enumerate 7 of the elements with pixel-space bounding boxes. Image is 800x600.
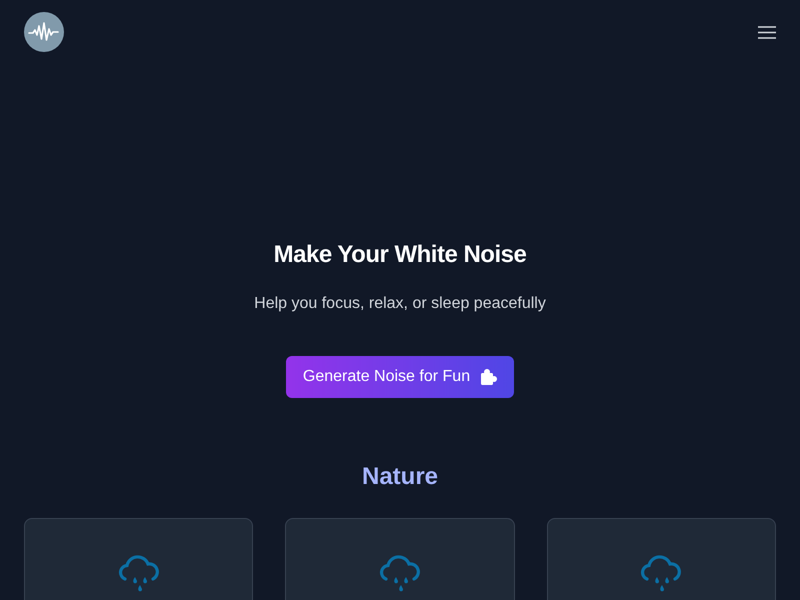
page-title: Make Your White Noise xyxy=(274,240,526,270)
menu-icon[interactable] xyxy=(758,26,776,38)
section-heading: Nature xyxy=(360,462,440,492)
waveform-logo-icon[interactable] xyxy=(24,12,64,52)
page-subtitle: Help you focus, relax, or sleep peacefully xyxy=(254,294,546,314)
generate-noise-button[interactable]: Generate Noise for Fun xyxy=(286,356,514,398)
puzzle-piece-icon xyxy=(480,368,498,386)
